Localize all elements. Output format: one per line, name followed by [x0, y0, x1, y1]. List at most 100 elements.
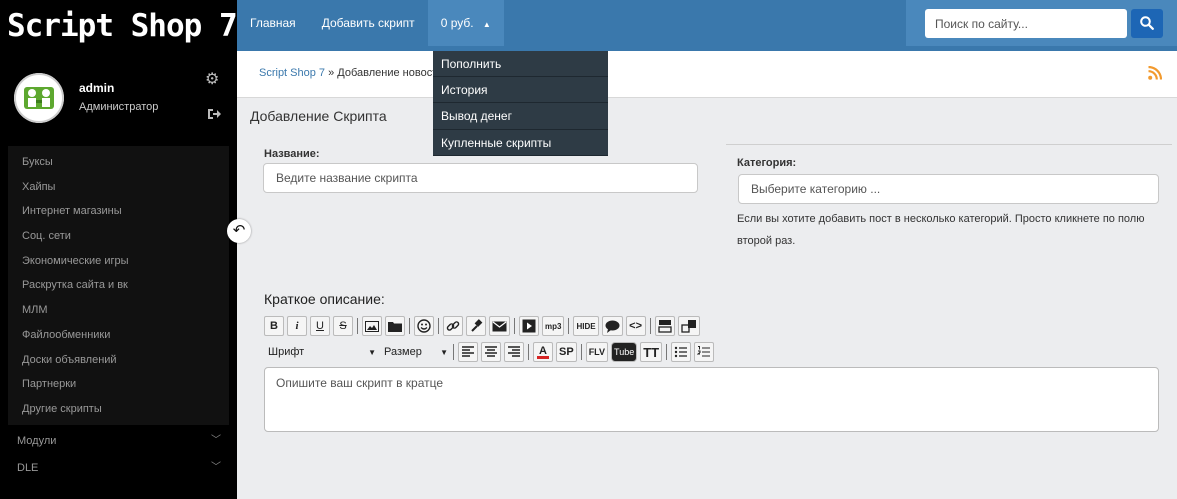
category-item-boards[interactable]: Доски объявлений: [8, 348, 229, 373]
site-logo[interactable]: Script Shop 7: [0, 0, 238, 55]
category-item-mlm[interactable]: МЛМ: [8, 298, 229, 323]
mp3-button[interactable]: mp3: [542, 316, 565, 336]
editor-toolbar-row-2: Шрифт ▼ Размер ▼ A SP FLV Tube TT: [264, 342, 717, 362]
main-nav: Главная Добавить скрипт 0 руб. ▲: [237, 0, 504, 46]
breadcrumb-bar: Script Shop 7 » Добавление новости: [237, 51, 1177, 98]
category-label: Категория:: [737, 157, 797, 169]
section-label: DLE: [17, 462, 39, 474]
font-select[interactable]: Шрифт ▼: [264, 342, 376, 362]
menu-item-purchased[interactable]: Купленные скрипты: [433, 130, 608, 156]
category-item-partners[interactable]: Партнерки: [8, 372, 229, 397]
align-right-icon[interactable]: [504, 342, 524, 362]
unlink-icon[interactable]: [466, 316, 486, 336]
link-icon[interactable]: [443, 316, 463, 336]
user-name[interactable]: admin: [79, 81, 114, 95]
sp-button[interactable]: SP: [556, 342, 577, 362]
category-item-haipy[interactable]: Хайпы: [8, 175, 229, 200]
text-color-icon[interactable]: A: [533, 342, 553, 362]
sidebar-section-dle[interactable]: DLE ﹀: [0, 456, 237, 480]
menu-item-history[interactable]: История: [433, 77, 608, 104]
category-item-promotion[interactable]: Раскрутка сайта и вк: [8, 273, 229, 298]
toolbar-separator: [409, 318, 410, 334]
email-icon[interactable]: [489, 316, 510, 336]
search-icon: [1140, 16, 1154, 30]
toolbar-separator: [649, 318, 651, 334]
logout-icon[interactable]: [207, 107, 221, 123]
italic-button[interactable]: i: [287, 316, 307, 336]
underline-button[interactable]: U: [310, 316, 330, 336]
align-left-icon[interactable]: [458, 342, 478, 362]
sidebar: Script Shop 7 admin Администратор ⚙ Букс…: [0, 0, 238, 499]
back-arrow-icon[interactable]: ↶: [227, 219, 251, 243]
strikethrough-button[interactable]: S: [333, 316, 353, 336]
toolbar-separator: [357, 318, 358, 334]
name-label: Название:: [264, 148, 320, 160]
align-center-icon[interactable]: [481, 342, 501, 362]
bold-button[interactable]: B: [264, 316, 284, 336]
category-select[interactable]: [738, 174, 1159, 204]
code-icon[interactable]: <>: [625, 316, 646, 336]
chevron-down-icon: ﹀: [211, 435, 221, 446]
balance-dropdown-menu: Пополнить История Вывод денег Купленные …: [433, 51, 608, 156]
user-profile: admin Администратор ⚙: [0, 55, 237, 140]
breadcrumb: Script Shop 7 » Добавление новости: [259, 67, 443, 79]
user-role: Администратор: [79, 101, 159, 113]
nav-add-script[interactable]: Добавить скрипт: [309, 0, 428, 46]
category-menu: Буксы Хайпы Интернет магазины Соц. сети …: [8, 146, 229, 425]
short-description-editor[interactable]: [264, 367, 1159, 432]
sidebar-section-modules[interactable]: Модули ﹀: [0, 429, 237, 453]
toolbar-separator: [438, 318, 439, 334]
toolbar-separator: [453, 344, 454, 360]
spoiler-icon[interactable]: [677, 316, 700, 336]
size-select-label: Размер: [384, 346, 422, 358]
image-icon[interactable]: [362, 316, 382, 336]
main-content: Добавление Скрипта Название: Категория: …: [237, 98, 1177, 499]
breadcrumb-separator: »: [328, 67, 335, 79]
balance-dropdown-toggle[interactable]: 0 руб. ▲: [427, 0, 504, 46]
category-item-economic-games[interactable]: Экономические игры: [8, 249, 229, 274]
dropdown-arrow-icon: ▼: [440, 347, 448, 357]
divider: [726, 144, 1172, 145]
bullet-list-icon[interactable]: [671, 342, 692, 362]
menu-item-withdraw[interactable]: Вывод денег: [433, 103, 608, 130]
numbered-list-icon[interactable]: [694, 342, 715, 362]
search-input[interactable]: [925, 9, 1127, 38]
rss-icon[interactable]: [1148, 66, 1162, 80]
page-break-icon[interactable]: [654, 316, 675, 336]
folder-icon[interactable]: [385, 316, 405, 336]
breadcrumb-root-link[interactable]: Script Shop 7: [259, 67, 325, 79]
nav-home[interactable]: Главная: [237, 0, 309, 46]
size-select[interactable]: Размер ▼: [382, 342, 448, 362]
quote-bubble-icon[interactable]: [601, 316, 623, 336]
search-button[interactable]: [1131, 9, 1163, 38]
editor-toolbar-row-1: B i U S mp3 HIDE <>: [264, 316, 703, 336]
flv-button[interactable]: FLV: [585, 342, 609, 362]
balance-label: 0 руб.: [440, 16, 474, 30]
hide-button[interactable]: HIDE: [573, 316, 599, 336]
menu-item-topup[interactable]: Пополнить: [433, 51, 608, 78]
page-title: Добавление Скрипта: [250, 108, 387, 124]
category-item-buksy[interactable]: Буксы: [8, 150, 229, 175]
toolbar-separator: [568, 318, 570, 334]
dropdown-arrow-icon: ▼: [368, 347, 376, 357]
section-label: Модули: [17, 435, 57, 447]
category-item-file-hosting[interactable]: Файлообменники: [8, 323, 229, 348]
smiley-icon[interactable]: [414, 316, 434, 336]
short-description-label: Краткое описание:: [264, 291, 385, 307]
toolbar-separator: [666, 344, 668, 360]
caret-up-icon: ▲: [482, 20, 491, 29]
chevron-down-icon: ﹀: [211, 462, 221, 473]
category-item-internet-shops[interactable]: Интернет магазины: [8, 199, 229, 224]
toolbar-separator: [580, 344, 582, 360]
typewriter-button[interactable]: TT: [640, 342, 663, 362]
avatar[interactable]: [14, 73, 64, 123]
toolbar-separator: [514, 318, 515, 334]
category-item-social[interactable]: Соц. сети: [8, 224, 229, 249]
youtube-button[interactable]: Tube: [611, 342, 638, 362]
category-item-other[interactable]: Другие скрипты: [8, 397, 229, 422]
font-select-label: Шрифт: [268, 346, 305, 358]
video-play-icon[interactable]: [519, 316, 539, 336]
script-name-input[interactable]: [263, 163, 698, 193]
gear-icon[interactable]: ⚙: [205, 72, 219, 88]
category-hint: Если вы хотите добавить пост в несколько…: [737, 213, 1145, 247]
